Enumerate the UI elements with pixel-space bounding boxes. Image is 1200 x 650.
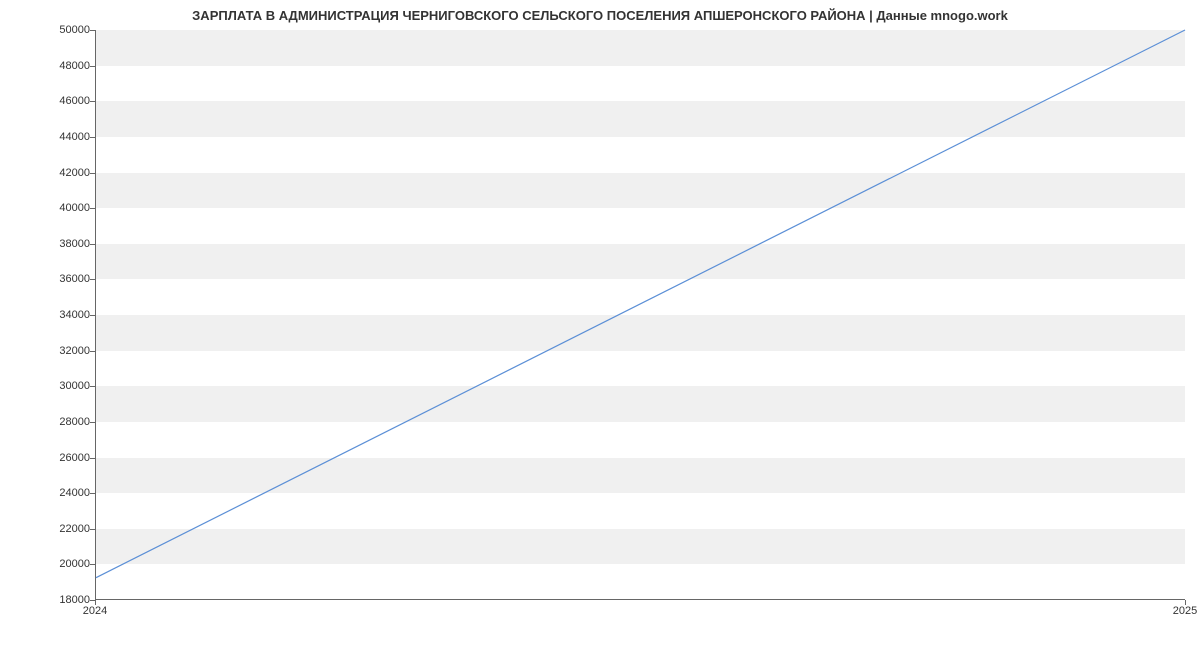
y-tick-label: 36000 xyxy=(40,273,90,285)
x-tick-mark xyxy=(95,600,96,605)
y-tick-label: 30000 xyxy=(40,380,90,392)
plot-area xyxy=(95,30,1185,600)
x-tick-label: 2025 xyxy=(1173,605,1197,617)
x-tick-label: 2024 xyxy=(83,605,107,617)
y-tick-label: 26000 xyxy=(40,452,90,464)
x-tick-mark xyxy=(1185,600,1186,605)
y-tick-label: 20000 xyxy=(40,558,90,570)
y-tick-label: 46000 xyxy=(40,95,90,107)
series-line xyxy=(96,30,1185,578)
chart-container: ЗАРПЛАТА В АДМИНИСТРАЦИЯ ЧЕРНИГОВСКОГО С… xyxy=(0,0,1200,650)
data-line xyxy=(96,30,1185,599)
y-tick-label: 22000 xyxy=(40,523,90,535)
chart-title: ЗАРПЛАТА В АДМИНИСТРАЦИЯ ЧЕРНИГОВСКОГО С… xyxy=(0,8,1200,23)
y-tick-label: 34000 xyxy=(40,309,90,321)
y-tick-label: 24000 xyxy=(40,487,90,499)
y-tick-label: 28000 xyxy=(40,416,90,428)
y-tick-label: 44000 xyxy=(40,131,90,143)
y-tick-label: 38000 xyxy=(40,238,90,250)
y-tick-label: 48000 xyxy=(40,60,90,72)
y-tick-label: 40000 xyxy=(40,202,90,214)
y-tick-label: 50000 xyxy=(40,24,90,36)
y-tick-label: 42000 xyxy=(40,167,90,179)
y-tick-label: 32000 xyxy=(40,345,90,357)
